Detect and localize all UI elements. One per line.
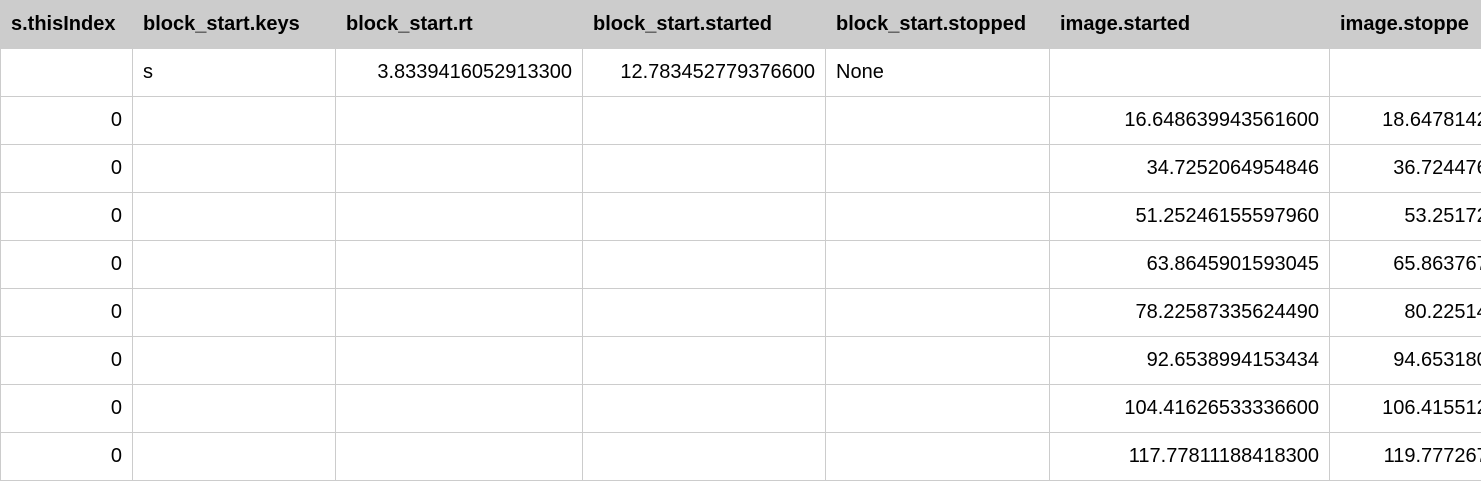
table-cell[interactable] — [583, 193, 826, 241]
table-cell[interactable]: 106.41551209 — [1330, 385, 1481, 433]
table-row[interactable]: s3.833941605291330012.783452779376600Non… — [1, 49, 1481, 97]
column-header[interactable]: image.stoppe — [1330, 1, 1481, 49]
table-cell[interactable]: 51.25246155597960 — [1050, 193, 1330, 241]
table-cell[interactable] — [133, 241, 336, 289]
table-cell[interactable] — [336, 145, 583, 193]
table-cell[interactable]: 18.647814292 — [1330, 97, 1481, 145]
table-cell[interactable] — [133, 385, 336, 433]
table-cell[interactable] — [133, 433, 336, 481]
table-row[interactable]: 0 92.653899415343494.65318012 — [1, 337, 1481, 385]
table-cell[interactable] — [336, 241, 583, 289]
table-cell[interactable] — [336, 433, 583, 481]
table-cell[interactable] — [826, 289, 1050, 337]
table-cell[interactable] — [336, 385, 583, 433]
table-row[interactable]: 0 16.64863994356160018.647814292 — [1, 97, 1481, 145]
table-cell[interactable] — [826, 385, 1050, 433]
table-cell[interactable]: 117.77811188418300 — [1050, 433, 1330, 481]
table-cell[interactable] — [133, 289, 336, 337]
table-cell[interactable] — [133, 97, 336, 145]
table-cell[interactable]: 63.8645901593045 — [1050, 241, 1330, 289]
table-row[interactable]: 0 117.77811188418300119.77726730 — [1, 433, 1481, 481]
table-row[interactable]: 0 104.41626533336600106.41551209 — [1, 385, 1481, 433]
table-cell[interactable] — [583, 433, 826, 481]
table-cell[interactable]: 119.77726730 — [1330, 433, 1481, 481]
table-cell[interactable]: 92.6538994153434 — [1050, 337, 1330, 385]
table-cell[interactable] — [583, 97, 826, 145]
table-cell[interactable]: 12.783452779376600 — [583, 49, 826, 97]
table-cell[interactable] — [133, 193, 336, 241]
table-cell[interactable]: 65.86376721 — [1330, 241, 1481, 289]
table-cell[interactable] — [336, 289, 583, 337]
table-body: s3.833941605291330012.783452779376600Non… — [1, 49, 1481, 481]
column-header[interactable]: block_start.stopped — [826, 1, 1050, 49]
table-cell[interactable]: 78.22587335624490 — [1050, 289, 1330, 337]
table-cell[interactable]: 0 — [1, 97, 133, 145]
column-header[interactable]: image.started — [1050, 1, 1330, 49]
table-cell[interactable]: None — [826, 49, 1050, 97]
table-cell[interactable]: 80.2251408 — [1330, 289, 1481, 337]
table-cell[interactable]: 0 — [1, 385, 133, 433]
table-cell[interactable]: 0 — [1, 337, 133, 385]
table-cell[interactable] — [583, 145, 826, 193]
table-cell[interactable] — [336, 193, 583, 241]
table-cell[interactable]: 0 — [1, 433, 133, 481]
table-cell[interactable]: 36.72447668 — [1330, 145, 1481, 193]
table-cell[interactable] — [1330, 49, 1481, 97]
table-cell[interactable] — [336, 97, 583, 145]
table-cell[interactable]: 0 — [1, 193, 133, 241]
table-cell[interactable] — [1050, 49, 1330, 97]
table-cell[interactable] — [826, 193, 1050, 241]
table-cell[interactable] — [826, 241, 1050, 289]
table-cell[interactable]: s — [133, 49, 336, 97]
table-cell[interactable]: 16.648639943561600 — [1050, 97, 1330, 145]
table-cell[interactable]: 34.7252064954846 — [1050, 145, 1330, 193]
table-cell[interactable] — [133, 145, 336, 193]
table-cell[interactable] — [583, 289, 826, 337]
column-header[interactable]: block_start.started — [583, 1, 826, 49]
data-table[interactable]: s.thisIndex block_start.keys block_start… — [0, 0, 1481, 481]
table-cell[interactable]: 0 — [1, 241, 133, 289]
table-row[interactable]: 0 63.864590159304565.86376721 — [1, 241, 1481, 289]
table-cell[interactable]: 0 — [1, 145, 133, 193]
table-cell[interactable] — [583, 337, 826, 385]
header-row: s.thisIndex block_start.keys block_start… — [1, 1, 1481, 49]
table-cell[interactable] — [826, 97, 1050, 145]
table-cell[interactable] — [1, 49, 133, 97]
table-cell[interactable] — [133, 337, 336, 385]
table-cell[interactable]: 53.2517257 — [1330, 193, 1481, 241]
table-cell[interactable] — [826, 145, 1050, 193]
table-cell[interactable]: 0 — [1, 289, 133, 337]
table-row[interactable]: 0 78.2258733562449080.2251408 — [1, 289, 1481, 337]
column-header[interactable]: s.thisIndex — [1, 1, 133, 49]
table-cell[interactable] — [336, 337, 583, 385]
table-cell[interactable]: 3.8339416052913300 — [336, 49, 583, 97]
table-cell[interactable] — [826, 433, 1050, 481]
column-header[interactable]: block_start.rt — [336, 1, 583, 49]
table-cell[interactable]: 104.41626533336600 — [1050, 385, 1330, 433]
table-row[interactable]: 0 51.2524615559796053.2517257 — [1, 193, 1481, 241]
table-cell[interactable]: 94.65318012 — [1330, 337, 1481, 385]
table-cell[interactable] — [826, 337, 1050, 385]
table-row[interactable]: 0 34.725206495484636.72447668 — [1, 145, 1481, 193]
table-cell[interactable] — [583, 241, 826, 289]
table-cell[interactable] — [583, 385, 826, 433]
column-header[interactable]: block_start.keys — [133, 1, 336, 49]
